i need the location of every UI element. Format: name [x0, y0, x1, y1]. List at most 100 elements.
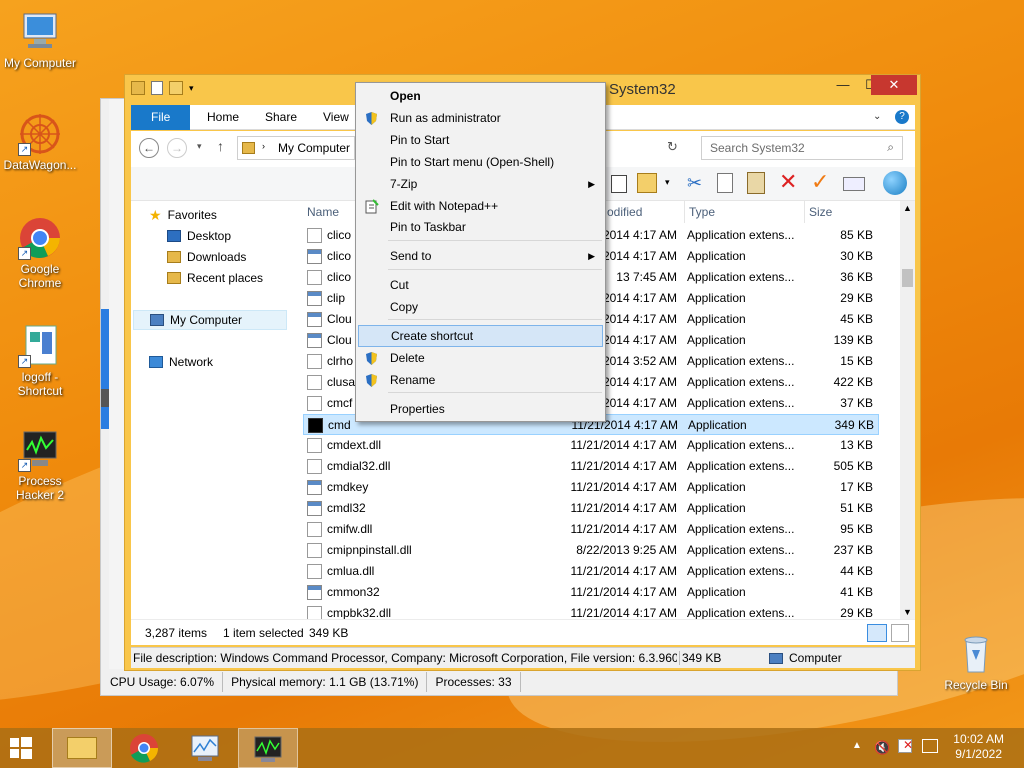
table-row[interactable]: cmdial32.dll 11/21/2014 4:17 AM Applicatio…	[303, 456, 879, 477]
nav-desktop[interactable]: Desktop	[167, 226, 231, 246]
file-size: 422 KB	[833, 375, 873, 389]
vertical-scrollbar[interactable]: ▲ ▼	[900, 201, 915, 619]
nav-downloads[interactable]: Downloads	[167, 247, 246, 267]
network-status-icon[interactable]	[922, 739, 938, 753]
copy-icon[interactable]	[717, 173, 733, 193]
address-bar[interactable]: › My Computer	[237, 136, 355, 160]
menu-item-pin-to-start[interactable]: Pin to Start	[358, 129, 603, 151]
desktop-icon-my-computer[interactable]: My Computer	[0, 10, 80, 70]
quick-access-toolbar[interactable]: ▾	[131, 81, 194, 95]
process-hacker-icon	[254, 736, 282, 762]
table-row[interactable]: cmmon32 11/21/2014 4:17 AM Application 41 K…	[303, 582, 879, 603]
taskbar-explorer[interactable]	[52, 728, 112, 768]
tab-share[interactable]: Share	[253, 105, 309, 130]
close-button[interactable]: ✕	[871, 75, 917, 95]
desktop-icon-chrome[interactable]: ↗ Google Chrome	[0, 216, 80, 290]
desktop-icon-process-hacker[interactable]: ↗ Process Hacker 2	[0, 428, 80, 502]
windows-logo-icon	[10, 737, 32, 759]
checked-folder-icon[interactable]	[637, 173, 657, 193]
nav-network[interactable]: Network	[149, 352, 213, 372]
tab-view[interactable]: View	[311, 105, 361, 130]
new-folder-icon[interactable]	[169, 81, 183, 95]
nav-favorites[interactable]: ★ Favorites	[149, 205, 217, 225]
menu-item-cut[interactable]: Cut	[358, 274, 603, 296]
context-menu[interactable]: Open Run as administrator Pin to Start Pin …	[355, 82, 606, 422]
column-header-size[interactable]: Size	[805, 201, 879, 223]
desktop-icon-recycle-bin[interactable]: Recycle Bin	[936, 632, 1016, 692]
rename-icon[interactable]	[843, 177, 865, 191]
table-row[interactable]: cmdext.dll 11/21/2014 4:17 AM Application …	[303, 435, 879, 456]
menu-item-label: Open	[390, 89, 421, 103]
menu-item-open[interactable]: Open	[358, 85, 603, 107]
address-text: My Computer	[278, 141, 351, 155]
menu-item-edit-with-notepad[interactable]: Edit with Notepad++	[358, 195, 603, 217]
forward-button[interactable]: →	[167, 138, 187, 158]
help-icon[interactable]: ?	[895, 110, 909, 124]
menu-item-send-to[interactable]: Send to ▶	[358, 245, 603, 267]
taskbar-process-hacker[interactable]	[238, 728, 298, 768]
table-row[interactable]: cmdl32 11/21/2014 4:17 AM Application 51 KB	[303, 498, 879, 519]
details-view-icon[interactable]	[867, 624, 887, 642]
chevron-down-icon[interactable]: ▾	[665, 177, 670, 188]
paste-icon[interactable]	[747, 172, 765, 194]
file-size: 237 KB	[833, 543, 873, 557]
globe-icon[interactable]	[883, 171, 907, 195]
menu-item-pin-to-taskbar[interactable]: Pin to Taskbar	[358, 216, 603, 238]
show-hidden-icons-chevron-icon[interactable]: ▲	[852, 740, 862, 751]
large-icons-view-icon[interactable]	[891, 624, 909, 642]
application-icon	[307, 312, 322, 327]
taskbar-chrome[interactable]	[114, 728, 174, 768]
nav-label: Network	[169, 355, 214, 369]
checkmark-icon[interactable]: ✓	[811, 169, 829, 195]
chrome-icon	[130, 734, 159, 763]
refresh-icon[interactable]: ↻	[667, 139, 678, 155]
system-clock[interactable]: 10:02 AM 9/1/2022	[953, 732, 1004, 762]
file-size: 95 KB	[840, 522, 873, 536]
nav-my-computer[interactable]: My Computer	[133, 310, 287, 330]
file-type: Application extens...	[687, 354, 795, 368]
file-size: 44 KB	[840, 564, 873, 578]
expand-ribbon-icon[interactable]: ⌄	[873, 111, 881, 122]
file-size: 37 KB	[840, 396, 873, 410]
menu-item-pin-to-start-menu-open-shell[interactable]: Pin to Start menu (Open-Shell)	[358, 151, 603, 173]
column-header-type[interactable]: Type	[685, 201, 805, 223]
minimize-button[interactable]: —	[829, 75, 857, 95]
properties-icon[interactable]	[151, 81, 163, 95]
action-center-flag-icon[interactable]: ✕	[898, 738, 913, 753]
nav-recent[interactable]: Recent places	[167, 268, 263, 288]
view-toggle-icon[interactable]	[611, 175, 627, 193]
scroll-down-icon[interactable]: ▼	[903, 607, 912, 617]
process-count: Processes: 33	[427, 672, 521, 692]
menu-item-7-zip[interactable]: 7-Zip ▶	[358, 173, 603, 195]
column-header-modified[interactable]: odified	[603, 201, 685, 223]
table-row[interactable]: cmifw.dll 11/21/2014 4:17 AM Application e…	[303, 519, 879, 540]
recent-locations-chevron-icon[interactable]: ▾	[197, 141, 202, 152]
table-row[interactable]: cmlua.dll 11/21/2014 4:17 AM Application e…	[303, 561, 879, 582]
up-button[interactable]: ↑	[217, 138, 224, 154]
muted-speaker-icon[interactable]: 🔇	[874, 740, 890, 756]
back-button[interactable]: ←	[139, 138, 159, 158]
table-row[interactable]: cmdkey 11/21/2014 4:17 AM Application 17 KB	[303, 477, 879, 498]
cut-icon[interactable]: ✂	[687, 173, 702, 194]
scroll-up-icon[interactable]: ▲	[903, 203, 912, 213]
file-type: Application extens...	[687, 396, 795, 410]
tab-file[interactable]: File	[131, 105, 191, 130]
taskbar-task-manager[interactable]	[176, 728, 236, 768]
menu-item-delete[interactable]: Delete	[358, 347, 603, 369]
search-box[interactable]: Search System32 ⌕	[701, 136, 903, 160]
delete-icon[interactable]: ✕	[779, 169, 797, 195]
start-button[interactable]	[0, 728, 60, 768]
tab-home[interactable]: Home	[195, 105, 251, 130]
table-row[interactable]: cmipnpinstall.dll 8/22/2013 9:25 AM Applic…	[303, 540, 879, 561]
scroll-thumb[interactable]	[902, 269, 913, 287]
menu-item-create-shortcut[interactable]: Create shortcut	[358, 325, 603, 347]
menu-item-copy[interactable]: Copy	[358, 296, 603, 318]
menu-item-rename[interactable]: Rename	[358, 369, 603, 391]
menu-item-run-as-administrator[interactable]: Run as administrator	[358, 107, 603, 129]
desktop-icon-datawagon[interactable]: ↗ DataWagon...	[0, 112, 80, 172]
chevron-down-icon[interactable]: ▾	[189, 81, 194, 95]
shortcut-arrow-icon: ↗	[18, 355, 31, 368]
menu-item-label: Delete	[390, 351, 425, 365]
desktop-icon-logoff[interactable]: ↗ logoff - Shortcut	[0, 324, 80, 398]
menu-item-properties[interactable]: Properties	[358, 398, 603, 420]
